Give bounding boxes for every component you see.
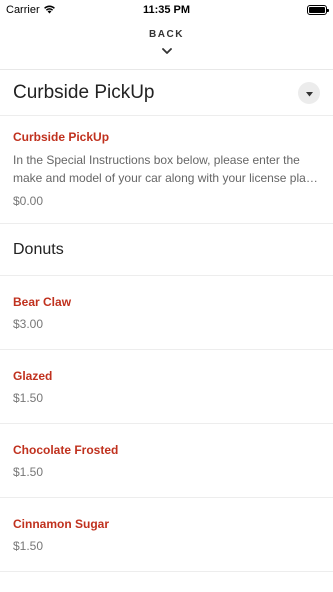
item-price: $1.50: [13, 465, 44, 479]
item-name: Chocolate Frosted: [13, 443, 119, 457]
menu-item[interactable]: Glazed $1.50: [0, 350, 333, 424]
item-name: Bear Claw: [13, 295, 72, 309]
item-price: $0.00: [13, 194, 44, 208]
item-name: Curbside PickUp: [13, 130, 110, 144]
item-name: Glazed: [13, 369, 53, 383]
item-price: $3.00: [13, 317, 44, 331]
menu-item[interactable]: Bear Claw $3.00: [0, 276, 333, 350]
menu-item[interactable]: Cinnamon Sugar $1.50: [0, 498, 333, 572]
battery-icon: [307, 5, 329, 15]
item-name: Cinnamon Sugar: [13, 517, 110, 531]
section-header: Curbside PickUp: [0, 70, 333, 116]
item-price: $1.50: [13, 391, 44, 405]
menu-item-curbside-pickup[interactable]: Curbside PickUp In the Special Instructi…: [0, 116, 333, 224]
caret-down-icon: [305, 84, 313, 102]
status-bar: Carrier 11:35 PM: [0, 0, 333, 20]
item-price: $1.50: [13, 539, 44, 553]
status-time: 11:35 PM: [142, 4, 191, 16]
item-description: In the Special Instructions box below, p…: [13, 153, 316, 185]
back-button[interactable]: BACK: [0, 20, 333, 70]
section-title: Curbside PickUp: [13, 81, 155, 103]
back-label: BACK: [149, 29, 184, 40]
chevron-down-icon: [161, 42, 172, 60]
category-header: Donuts: [0, 224, 333, 276]
section-dropdown-button[interactable]: [298, 81, 320, 104]
category-title: Donuts: [13, 240, 64, 258]
menu-item[interactable]: Chocolate Frosted $1.50: [0, 424, 333, 498]
